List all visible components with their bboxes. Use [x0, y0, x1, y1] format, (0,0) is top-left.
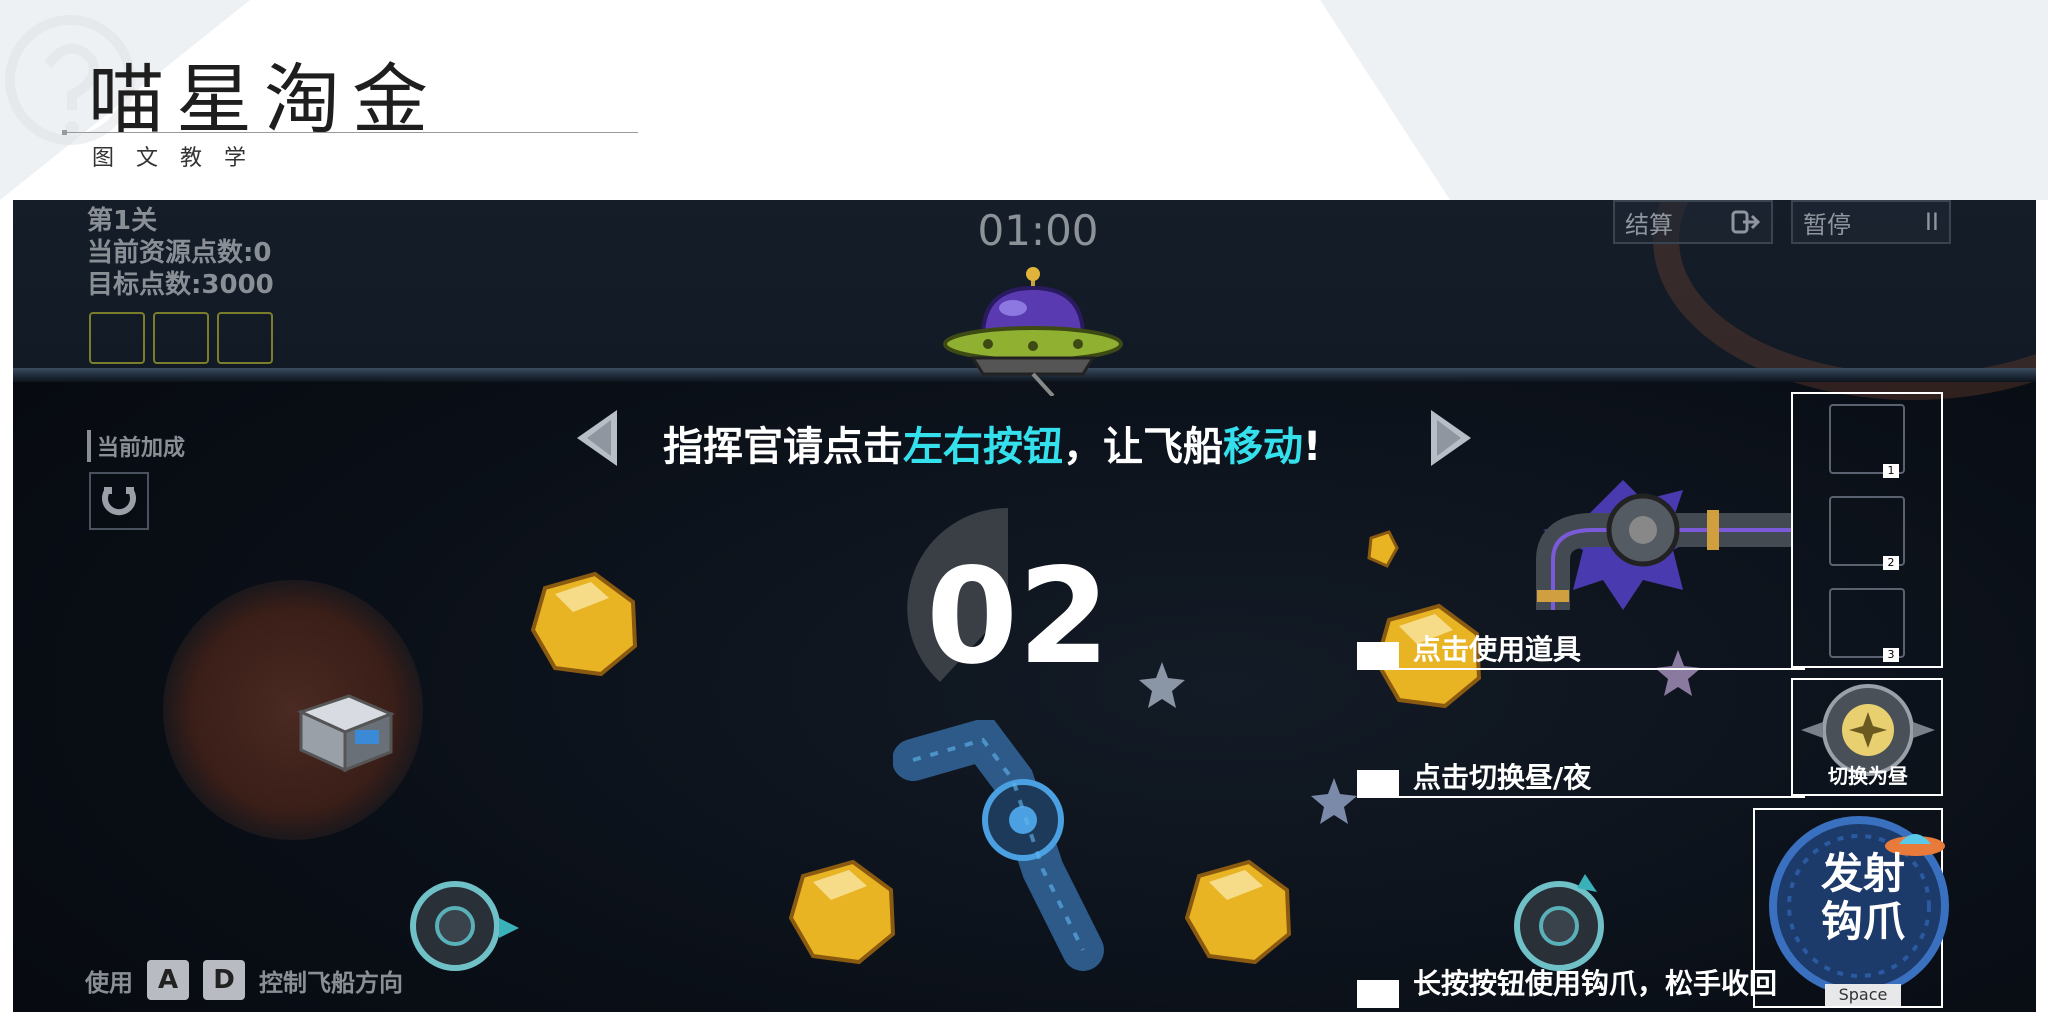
magnet-bonus-icon [89, 472, 149, 530]
fire-hook-label-line1: 发射 [1820, 849, 1905, 898]
callout-marker [1357, 770, 1399, 798]
instruction-text: 指挥官请点击 [663, 424, 903, 470]
move-right-arrow-icon[interactable] [1427, 408, 1475, 468]
game-timer: 01:00 [977, 206, 1099, 255]
star-icon [1311, 778, 1357, 824]
exit-icon [1731, 210, 1761, 234]
countdown-number: 02 [926, 540, 1110, 694]
pipe-item-icon [1536, 480, 1793, 610]
spaceship-ufo-icon [943, 267, 1123, 396]
key-d: D [203, 960, 245, 1000]
controls-direction-label: 控制飞船方向 [259, 968, 403, 997]
callout-line [1357, 668, 1805, 670]
pause-button-label: 暂停 [1803, 210, 1851, 239]
instruction-text-mid: ，让飞船 [1063, 424, 1223, 470]
controls-hint: 使用 A D 控制飞船方向 [85, 960, 403, 1000]
pause-button[interactable]: 暂停 II [1791, 200, 1951, 244]
pause-icon: II [1924, 208, 1939, 236]
target-points-label: 目标点数:3000 [87, 270, 274, 300]
fire-hook-label-line2: 钩爪 [1820, 897, 1905, 946]
slide-subtitle: 图文教学 [92, 146, 269, 171]
callout-marker [1357, 980, 1399, 1008]
gold-nugget-icon [1184, 859, 1292, 965]
gold-nugget-icon [530, 571, 638, 677]
item-slot-number: 1 [1883, 464, 1899, 478]
settle-button-label: 结算 [1625, 210, 1673, 239]
star-icon [1139, 662, 1185, 708]
space-key-label: Space [1825, 984, 1901, 1006]
callout-marker [1357, 642, 1399, 670]
instruction-highlight-buttons: 左右按钮 [903, 424, 1063, 470]
fire-hook-label: 发射 钩爪 [1803, 850, 1923, 946]
switch-daynight-callout: 点击切换昼/夜 [1413, 761, 1592, 794]
item-slot-number: 3 [1883, 648, 1899, 662]
star-icon [1655, 650, 1701, 696]
wrench-pipe-item-icon [893, 720, 1104, 971]
daynight-button-label: 切换为昼 [1828, 764, 1908, 788]
move-left-arrow-icon[interactable] [573, 408, 621, 468]
slide-background-shape-right [1320, 0, 2048, 200]
gold-nugget-icon [788, 859, 896, 965]
resource-slot [153, 312, 209, 364]
title-divider [64, 132, 638, 133]
instruction-text-end: ! [1303, 424, 1322, 470]
resource-slot [89, 312, 145, 364]
thruster-left-icon [410, 881, 519, 971]
controls-use-label: 使用 [85, 968, 133, 997]
small-gold-nugget-icon [1367, 530, 1399, 568]
settle-button[interactable]: 结算 [1613, 200, 1773, 244]
crate-icon [296, 694, 395, 772]
hook-callout: 长按按钮使用钩爪，松手收回 [1413, 967, 1778, 1000]
resource-slot [217, 312, 273, 364]
key-a: A [147, 960, 189, 1000]
game-screen: 第1关 当前资源点数:0 目标点数:3000 01:00 结算 暂停 II 当前… [13, 200, 2036, 1012]
current-bonus-label: 当前加成 [87, 430, 185, 462]
tutorial-instruction: 指挥官请点击左右按钮，让飞船移动! [663, 414, 1321, 472]
instruction-highlight-move: 移动 [1223, 424, 1303, 470]
item-slot-number: 2 [1883, 556, 1899, 570]
callout-line [1357, 796, 1805, 798]
use-item-callout: 点击使用道具 [1413, 633, 1582, 666]
